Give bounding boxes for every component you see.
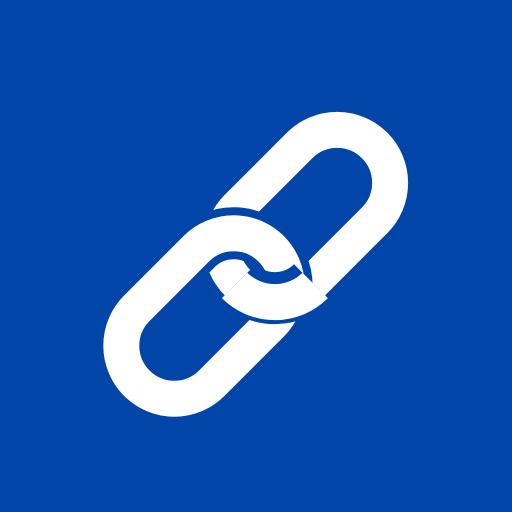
link-icon-tile — [0, 0, 512, 512]
link-icon — [0, 0, 512, 512]
